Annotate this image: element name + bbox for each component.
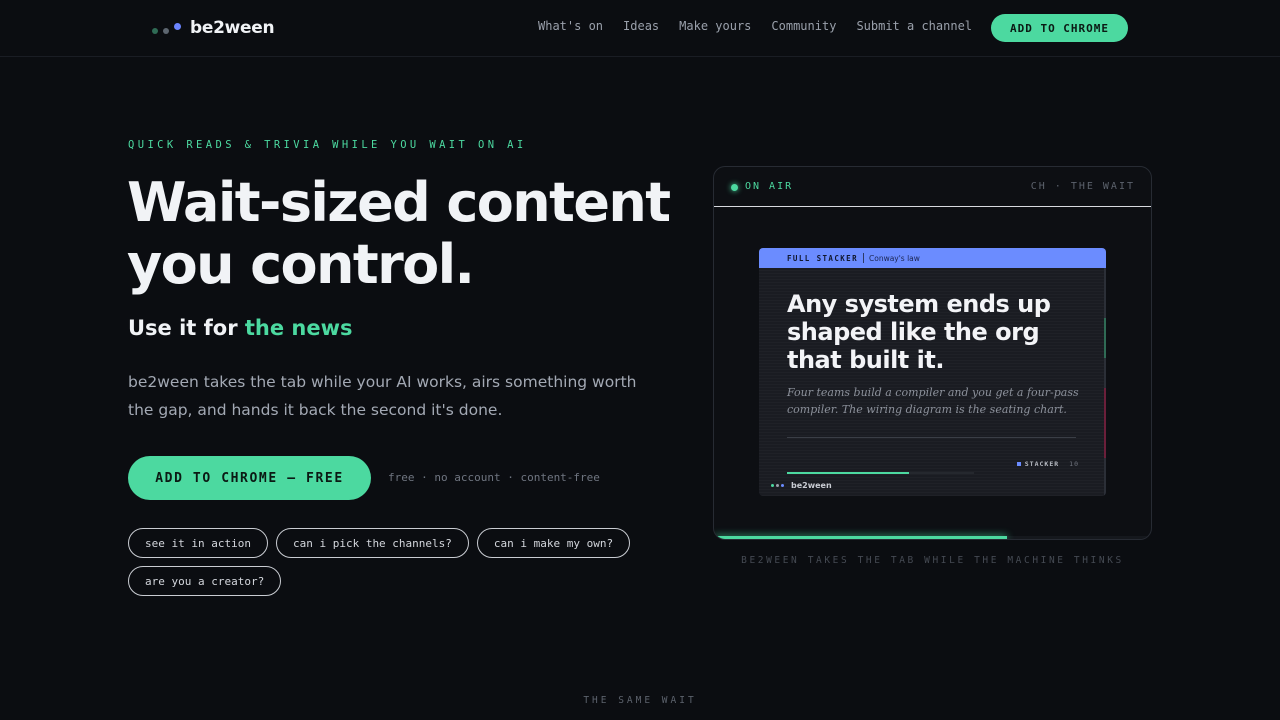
card-topic: Conway's law [869,253,920,263]
chip-make-my-own[interactable]: can i make my own? [476,528,631,558]
nav-links: What's on Ideas Make yours Community Sub… [538,19,972,33]
panel-progress-fill [714,536,1007,539]
card-source-number: 10 [1069,460,1079,468]
chip-see-it-in-action[interactable]: see it in action [128,528,268,558]
card-progress-fill [787,472,909,474]
logo-dots-icon [152,20,184,36]
cta-note: free · no account · content-free [388,471,600,484]
brand-logo[interactable]: be2ween [152,16,275,40]
card-brand: be2ween [771,481,832,490]
card-headline: Any system ends up shaped like the org t… [787,290,1051,374]
chip-are-you-creator[interactable]: are you a creator? [128,566,282,596]
add-to-chrome-free-button[interactable]: ADD TO CHROME — FREE [128,456,371,500]
card-progress-bar [787,472,974,474]
content-card: FULL STACKER Conway's law Any system end… [759,248,1106,496]
nav-link-community[interactable]: Community [771,19,836,33]
add-to-chrome-nav-button[interactable]: ADD TO CHROME [991,14,1128,42]
brand-dot-icon [771,484,774,487]
live-dot-icon [731,184,738,191]
source-square-icon [1016,462,1021,466]
subhead-prefix: Use it for [128,316,238,340]
chip-pick-channels[interactable]: can i pick the channels? [275,528,469,558]
hero-description: be2ween takes the tab while your AI work… [128,373,637,419]
card-source: STACKER 10 [1016,460,1079,468]
card-body: Four teams build a compiler and you get … [787,386,1079,416]
nav-link-make-yours[interactable]: Make yours [679,19,751,33]
hero-headline: Wait-sized content you control. [127,172,687,296]
card-source-name: STACKER [1024,460,1060,468]
on-air-label: ON AIR [745,181,794,192]
brand-name: be2ween [190,18,275,38]
card-channel-tag: FULL STACKER [787,253,858,263]
on-air-preview-panel: ON AIR CH · THE WAIT FULL STACKER Conway… [713,166,1152,540]
card-brand-name: be2ween [791,481,832,490]
card-topbar: FULL STACKER Conway's law [759,248,1106,268]
panel-caption: BE2WEEN TAKES THE TAB WHILE THE MACHINE … [741,555,1124,566]
nav-link-submit-channel[interactable]: Submit a channel [856,19,972,33]
panel-progress-bar [714,536,1151,539]
subhead-rotating-word: the news [244,316,353,340]
card-divider-rule [787,437,1076,438]
next-section-label: THE SAME WAIT [583,695,697,706]
headline-line-1: Wait-sized content [127,171,671,234]
card-scrollbar [1104,268,1106,496]
nav-link-ideas[interactable]: Ideas [623,19,659,33]
question-chips: see it in action can i pick the channels… [128,528,668,596]
brand-dot-icon [781,484,784,487]
top-nav: be2ween What's on Ideas Make yours Commu… [0,0,1280,57]
card-divider [863,253,864,263]
hero-eyebrow: QUICK READS & TRIVIA WHILE YOU WAIT ON A… [128,139,527,151]
panel-header: ON AIR CH · THE WAIT [714,167,1151,207]
nav-link-whats-on[interactable]: What's on [538,19,603,33]
channel-label: CH · THE WAIT [1030,181,1135,192]
brand-dot-icon [776,484,779,487]
headline-line-2: you control. [127,233,475,296]
hero-subhead: Use it for the news [128,316,353,340]
